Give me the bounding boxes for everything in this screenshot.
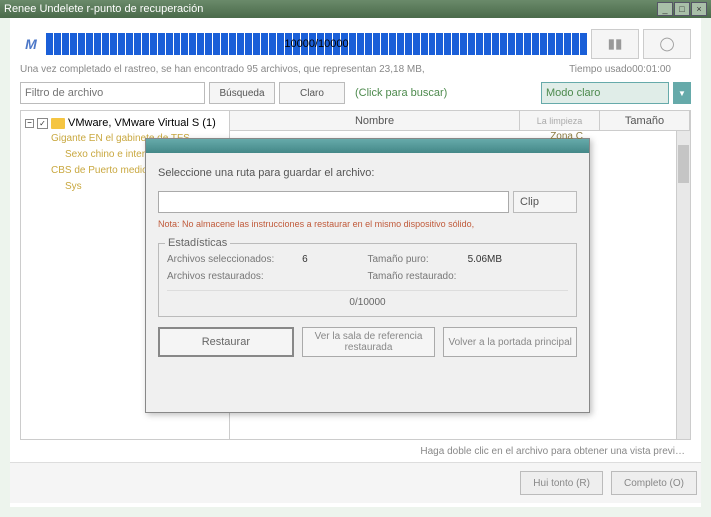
complete-button[interactable]: Completo (O) [611, 471, 697, 495]
collapse-icon[interactable]: − [25, 119, 34, 128]
clear-button[interactable]: Claro [279, 82, 345, 104]
filter-input[interactable] [20, 82, 205, 104]
titlebar: Renee Undelete r-punto de recuperación _… [0, 0, 711, 18]
mode-select[interactable]: Modo claro [541, 82, 669, 104]
tree-root[interactable]: − ✓ VMware, VMware Virtual S (1) [25, 115, 225, 131]
restored-label: Archivos restaurados: [167, 271, 368, 282]
selected-value: 6 [302, 254, 308, 265]
col-name[interactable]: Nombre [230, 111, 520, 130]
maximize-button[interactable]: □ [674, 2, 690, 16]
time-used: Tiempo usado00:01:00 [569, 64, 691, 75]
zone-label: Zona C [550, 131, 583, 142]
size-label: Tamaño puro: [368, 254, 429, 265]
stats-title: Estadísticas [165, 237, 230, 249]
restore-dialog: Zona C Seleccione una ruta para guardar … [145, 138, 590, 413]
scrollbar[interactable] [676, 131, 690, 439]
stop-icon: ◯ [660, 36, 675, 52]
pause-button[interactable]: ▮▮ [591, 29, 639, 59]
back-button[interactable]: Volver a la portada principal [443, 327, 577, 357]
scan-summary: Una vez completado el rastreo, se han en… [20, 64, 569, 75]
scrollbar-thumb[interactable] [678, 145, 689, 183]
reference-button[interactable]: Ver la sala de referencia restaurada [302, 327, 436, 357]
mode-select-arrow[interactable]: ▼ [673, 82, 691, 104]
col-cleanup[interactable]: La limpieza [520, 111, 600, 130]
pause-icon: ▮▮ [608, 36, 623, 52]
warning-note: Nota: No almacene las instrucciones a re… [158, 219, 577, 229]
progress-text: 10000/10000 [46, 38, 587, 50]
close-button[interactable]: × [691, 2, 707, 16]
scan-progressbar: 10000/10000 [46, 33, 587, 55]
restore-progress: 0/10000 [167, 290, 568, 308]
col-size[interactable]: Tamaño [600, 111, 690, 130]
checkbox[interactable]: ✓ [37, 118, 48, 129]
hui-button[interactable]: Hui tonto (R) [520, 471, 603, 495]
restore-button[interactable]: Restaurar [158, 327, 294, 357]
clip-button[interactable]: Clip [513, 191, 577, 213]
search-hint: (Click para buscar) [355, 87, 537, 99]
prompt-label: Seleccione una ruta para guardar el arch… [158, 167, 577, 179]
app-logo: M [20, 31, 42, 57]
path-input[interactable] [158, 191, 509, 213]
footer-hint: Haga doble clic en el archivo para obten… [20, 440, 691, 462]
window-title: Renee Undelete r-punto de recuperación [4, 3, 657, 15]
folder-icon [51, 118, 65, 129]
restored-size-label: Tamaño restaurado: [368, 271, 569, 282]
tree-root-label: VMware, VMware Virtual S (1) [68, 117, 216, 129]
size-value: 5.06MB [468, 254, 502, 265]
search-button[interactable]: Búsqueda [209, 82, 275, 104]
stop-button[interactable]: ◯ [643, 29, 691, 59]
stats-group: Estadísticas Archivos seleccionados: 6 T… [158, 243, 577, 317]
selected-label: Archivos seleccionados: [167, 254, 274, 265]
minimize-button[interactable]: _ [657, 2, 673, 16]
